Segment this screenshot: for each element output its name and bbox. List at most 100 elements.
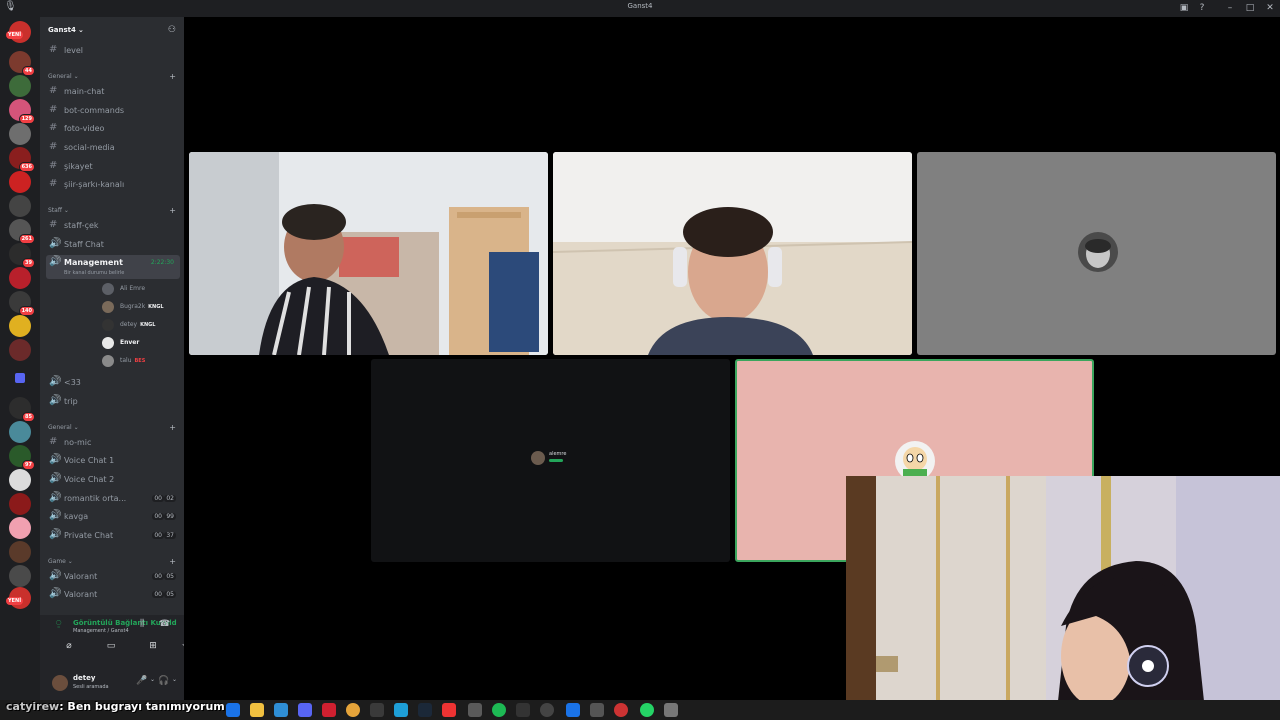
server-icon[interactable]: 636 — [9, 147, 35, 172]
user-count: 00 — [152, 532, 164, 539]
channel-sikayet[interactable]: # şikayet — [46, 159, 180, 175]
app-icon[interactable] — [442, 703, 456, 717]
app-icon[interactable] — [394, 703, 408, 717]
file-explorer-icon[interactable] — [250, 703, 264, 717]
channel-valorant-1[interactable]: 🔊 Valorant 00 05 — [46, 569, 180, 585]
video-tile[interactable] — [553, 152, 912, 355]
channel-siir[interactable]: # şiir-şarkı-kanalı — [46, 177, 180, 193]
avatar — [102, 337, 114, 349]
channel-staff-chat[interactable]: 🔊 Staff Chat — [46, 237, 180, 253]
channel-bot-commands[interactable]: # bot-commands — [46, 103, 180, 119]
server-icon[interactable]: 44 — [9, 51, 35, 76]
server-icon[interactable] — [9, 541, 31, 563]
add-channel-icon[interactable]: + — [169, 206, 176, 215]
server-icon[interactable]: YENİ — [6, 587, 31, 609]
activities-button[interactable]: ⊞ — [138, 639, 168, 653]
channel-voice-chat-2[interactable]: 🔊 Voice Chat 2 — [46, 472, 180, 488]
channel-romantik[interactable]: 🔊 romantik orta... 00 02 — [46, 491, 180, 507]
channel-foto-video[interactable]: # foto-video — [46, 121, 180, 137]
server-icon[interactable]: YENİ — [6, 21, 31, 43]
close-button[interactable]: ✕ — [1262, 2, 1278, 14]
app-icon[interactable] — [516, 703, 530, 717]
app-icon[interactable] — [468, 703, 482, 717]
video-tile[interactable]: alemre — [371, 359, 730, 562]
server-icon[interactable] — [9, 267, 31, 289]
server-icon[interactable] — [9, 469, 31, 491]
speaker-icon: 🔊 — [49, 256, 62, 267]
server-icon[interactable] — [9, 75, 31, 97]
guild-header[interactable]: Ganst4 ⌄ ⚇ — [40, 22, 184, 38]
channel-social-media[interactable]: # social-media — [46, 140, 180, 156]
server-icon[interactable] — [9, 517, 31, 539]
disconnect-icon[interactable]: ☎ — [159, 619, 170, 629]
server-icon[interactable] — [9, 565, 31, 587]
video-tile[interactable] — [189, 152, 548, 355]
screen-share-button[interactable]: ▭ — [96, 639, 126, 653]
channel-lt33[interactable]: 🔊 <33 — [46, 375, 180, 391]
minimize-button[interactable]: – — [1222, 2, 1238, 14]
app-icon[interactable] — [566, 703, 580, 717]
user-name[interactable]: detey — [73, 674, 95, 682]
add-channel-icon[interactable]: + — [169, 72, 176, 81]
channel-voice-chat-1[interactable]: 🔊 Voice Chat 1 — [46, 453, 180, 469]
voice-status-subtitle[interactable]: Management / Ganst4 — [73, 628, 129, 634]
app-icon[interactable] — [370, 703, 384, 717]
hash-icon: # — [49, 44, 58, 55]
chevron-down-icon: ⌄ — [78, 26, 84, 34]
app-icon[interactable] — [614, 703, 628, 717]
server-icon[interactable] — [9, 195, 31, 217]
signal-icon[interactable]: ⍜ — [56, 619, 61, 629]
server-icon[interactable] — [9, 493, 31, 515]
chevron-down-icon[interactable]: ⌄ — [150, 676, 155, 683]
server-icon[interactable]: 140 — [9, 291, 35, 316]
server-icon[interactable] — [9, 421, 31, 443]
channel-trip[interactable]: 🔊 trip — [46, 394, 180, 410]
speaker-icon: 🔊 — [49, 454, 62, 465]
server-icon[interactable] — [9, 339, 31, 361]
whatsapp-icon[interactable] — [640, 703, 654, 717]
channel-no-mic[interactable]: # no-mic — [46, 435, 180, 451]
server-icon[interactable]: 129 — [9, 99, 35, 124]
headphones-icon[interactable]: 🎧 — [158, 676, 169, 686]
channel-level[interactable]: # level — [46, 43, 180, 59]
server-icon[interactable]: 85 — [9, 397, 35, 422]
app-icon[interactable] — [226, 703, 240, 717]
app-icon[interactable] — [322, 703, 336, 717]
channel-status[interactable]: Bir kanal durumu belirle — [64, 270, 124, 276]
spotify-icon[interactable] — [492, 703, 506, 717]
camera-toggle-button[interactable]: ⌀ — [54, 639, 84, 653]
server-icon[interactable] — [9, 171, 31, 193]
inbox-icon[interactable]: ▣ — [1176, 2, 1192, 14]
avatar[interactable] — [52, 675, 68, 691]
help-icon[interactable]: ? — [1194, 2, 1210, 14]
add-channel-icon[interactable]: + — [169, 557, 176, 566]
speaker-icon: 🔊 — [49, 529, 62, 540]
chevron-down-icon[interactable]: ⌄ — [172, 676, 177, 683]
maximize-button[interactable]: □ — [1242, 2, 1258, 14]
settings-gear-icon[interactable] — [590, 703, 604, 717]
microphone-icon[interactable]: 🎤 — [136, 676, 147, 686]
channel-staff-cek[interactable]: # staff-çek — [46, 218, 180, 234]
app-icon[interactable] — [274, 703, 288, 717]
add-channel-icon[interactable]: + — [169, 423, 176, 432]
discord-icon[interactable] — [298, 703, 312, 717]
invite-icon[interactable]: ⚇ — [168, 25, 176, 35]
server-icon[interactable] — [9, 123, 31, 145]
video-tile[interactable] — [917, 152, 1276, 355]
channel-private-chat[interactable]: 🔊 Private Chat 00 37 — [46, 528, 180, 544]
folder-icon[interactable] — [15, 373, 25, 383]
obs-icon[interactable] — [540, 703, 554, 717]
speaker-icon: 🔊 — [49, 492, 62, 503]
server-icon[interactable]: 261 — [9, 219, 35, 244]
chrome-icon[interactable] — [346, 703, 360, 717]
channel-management[interactable]: 🔊 Management 2:22:30 Bir kanal durumu be… — [46, 255, 180, 279]
steam-icon[interactable] — [418, 703, 432, 717]
channel-kavga[interactable]: 🔊 kavga 00 99 — [46, 509, 180, 525]
server-icon[interactable]: 39 — [9, 243, 35, 268]
server-icon[interactable]: 97 — [9, 445, 35, 470]
noise-suppression-icon[interactable]: ⫼ — [140, 619, 144, 629]
server-icon[interactable] — [9, 315, 31, 337]
channel-valorant-2[interactable]: 🔊 Valorant 00 05 — [46, 587, 180, 603]
app-icon[interactable] — [664, 703, 678, 717]
channel-main-chat[interactable]: # main-chat — [46, 84, 180, 100]
